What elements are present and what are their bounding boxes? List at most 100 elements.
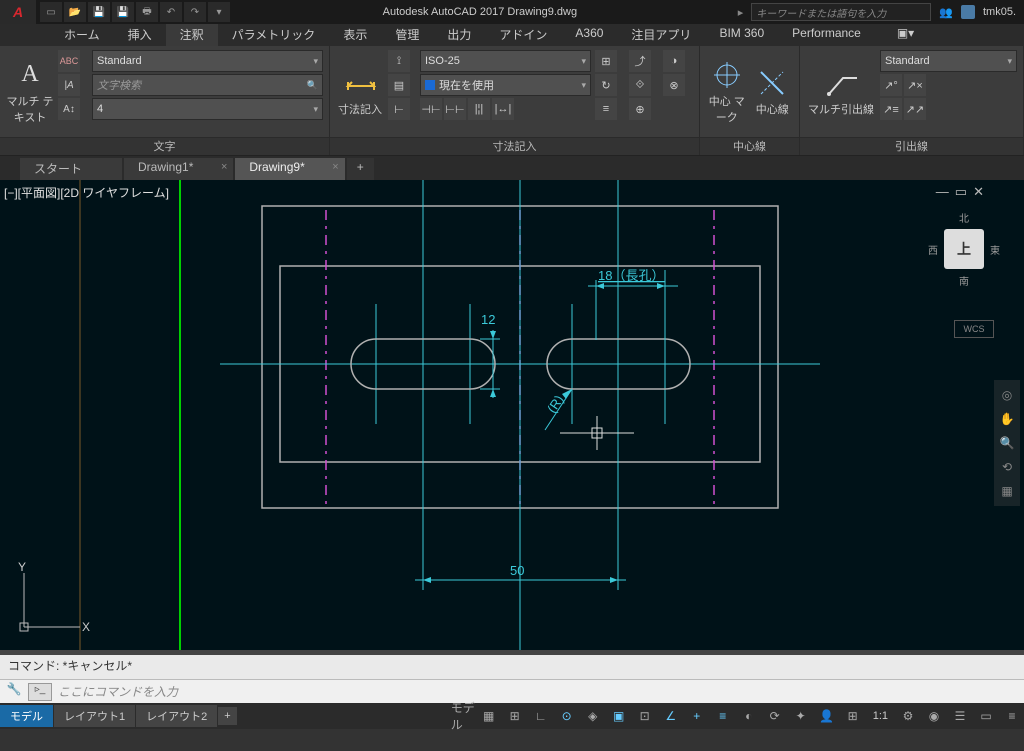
dim-override-icon[interactable]: ⊕	[629, 98, 651, 120]
otrack-icon[interactable]: ∠	[659, 705, 683, 727]
text-abc-icon[interactable]: ABC	[58, 50, 80, 72]
undo-icon[interactable]: ↶	[160, 2, 182, 22]
drawing-viewport[interactable]: [−][平面図][2D ワイヤフレーム] — ▭ ✕ 北 西 上 東 南 WCS…	[0, 180, 1024, 650]
dim-chain-icon[interactable]: |¦|	[468, 98, 490, 120]
dim-break-icon[interactable]: |↔|	[492, 98, 514, 120]
text-scale-icon[interactable]: A↕	[58, 98, 80, 120]
panel-dimension-title[interactable]: 寸法記入	[330, 137, 699, 155]
mleader-add-icon[interactable]: ↗°	[880, 74, 902, 96]
layout-tab-2[interactable]: レイアウト2	[136, 705, 217, 727]
ribbon-tab-annotate[interactable]: 注釈	[166, 24, 218, 46]
panel-text-title[interactable]: 文字	[0, 137, 329, 155]
dim-insp-icon[interactable]: ⊗	[663, 74, 685, 96]
file-tab-start[interactable]: スタート	[20, 158, 122, 180]
clean-screen-icon[interactable]: ▭	[974, 705, 998, 727]
hardware-accel-icon[interactable]: ◉	[922, 705, 946, 727]
units-icon[interactable]: 👤	[815, 705, 839, 727]
isodraft-icon[interactable]: ◈	[581, 705, 605, 727]
dim-style-icon[interactable]: ⟟	[388, 50, 410, 72]
text-style-combo[interactable]: Standard▾	[92, 50, 323, 72]
polar-icon[interactable]: ⊙	[555, 705, 579, 727]
viewport-label[interactable]: [−][平面図][2D ワイヤフレーム]	[4, 184, 169, 201]
3dosnap-icon[interactable]: ⊡	[633, 705, 657, 727]
user-avatar-icon[interactable]	[961, 5, 975, 19]
isolate-icon[interactable]: ☰	[948, 705, 972, 727]
mleader-button[interactable]: マルチ引出線	[806, 50, 876, 133]
centerline-button[interactable]: 中心線	[752, 50, 794, 133]
panel-centerline-title[interactable]: 中心線	[700, 137, 799, 155]
viewcube[interactable]: 北 西 上 東 南	[924, 210, 1004, 300]
viewcube-top[interactable]: 上	[944, 229, 984, 269]
dim-layer-combo[interactable]: 現在を使用▾	[420, 74, 591, 96]
annotation-scale[interactable]: 1:1	[867, 710, 894, 722]
ribbon-tab-a360[interactable]: A360	[561, 24, 617, 46]
dim-linear-icon[interactable]: ⊢	[388, 98, 410, 120]
dim-tol-icon[interactable]: ◑	[663, 50, 685, 72]
text-height-combo[interactable]: 4▾	[92, 98, 323, 120]
mleader-remove-icon[interactable]: ↗×	[904, 74, 926, 96]
dim-quick-icon[interactable]: ⊞	[595, 50, 617, 72]
app-logo[interactable]: A	[0, 0, 36, 24]
dim-update-icon[interactable]: ↻	[595, 74, 617, 96]
mleader-collect-icon[interactable]: ↗↗	[904, 98, 926, 120]
dimension-button[interactable]: 寸法記入	[336, 50, 384, 133]
mleader-style-combo[interactable]: Standard▾	[880, 50, 1017, 72]
ribbon-settings-icon[interactable]: ▣▾	[883, 24, 911, 46]
ribbon-tab-insert[interactable]: 挿入	[114, 24, 166, 46]
file-tab-add[interactable]: +	[347, 158, 374, 180]
dyninput-icon[interactable]: +	[685, 705, 709, 727]
layout-tab-1[interactable]: レイアウト1	[54, 705, 135, 727]
viewcube-west[interactable]: 西	[928, 242, 938, 257]
file-tab-drawing1[interactable]: Drawing1*×	[124, 158, 233, 180]
selection-cycling-icon[interactable]: ⟳	[763, 705, 787, 727]
workspace-icon[interactable]: ⚙	[896, 705, 920, 727]
ribbon-tab-featured[interactable]: 注目アプリ	[617, 24, 705, 46]
ucs-icon[interactable]: X Y	[10, 561, 90, 644]
close-icon[interactable]: ×	[332, 161, 338, 173]
plot-icon[interactable]: 🖶	[136, 2, 158, 22]
help-search-input[interactable]: キーワードまたは語句を入力	[751, 3, 931, 21]
open-icon[interactable]: 📂	[64, 2, 86, 22]
snap-icon[interactable]: ⊞	[503, 705, 527, 727]
dim-baseline-icon[interactable]: ⊢⊢	[444, 98, 466, 120]
command-history[interactable]: × コマンド: *キャンセル*	[0, 655, 1024, 679]
layout-tab-add[interactable]: +	[218, 707, 236, 725]
dim-space-icon[interactable]: ≡	[595, 98, 617, 120]
redo-icon[interactable]: ↷	[184, 2, 206, 22]
customize-status-icon[interactable]: ≡	[1000, 705, 1024, 727]
annotation-monitor-icon[interactable]: ✦	[789, 705, 813, 727]
viewcube-east[interactable]: 東	[990, 242, 1000, 257]
ribbon-tab-manage[interactable]: 管理	[381, 24, 433, 46]
qat-more-icon[interactable]: ▾	[208, 2, 230, 22]
saveas-icon[interactable]: 💾	[112, 2, 134, 22]
dim-style-combo[interactable]: ISO-25▾	[420, 50, 591, 72]
user-name[interactable]: tmk05.	[983, 6, 1016, 18]
viewcube-north[interactable]: 北	[959, 210, 969, 225]
dim-jog-icon[interactable]: ⤴	[629, 50, 651, 72]
dim-assoc-icon[interactable]: ⟐	[629, 74, 651, 96]
close-icon[interactable]: ×	[221, 161, 227, 173]
ortho-icon[interactable]: ∟	[529, 705, 553, 727]
ribbon-tab-performance[interactable]: Performance	[778, 24, 875, 46]
infocenter-icon[interactable]: 👥	[939, 6, 953, 19]
new-icon[interactable]: ▭	[40, 2, 62, 22]
ribbon-tab-view[interactable]: 表示	[329, 24, 381, 46]
ribbon-tab-home[interactable]: ホーム	[50, 24, 114, 46]
file-tab-drawing9[interactable]: Drawing9*×	[235, 158, 344, 180]
minimize-icon[interactable]: —	[936, 184, 949, 200]
ribbon-tab-parametric[interactable]: パラメトリック	[218, 24, 330, 46]
layout-tab-model[interactable]: モデル	[0, 705, 53, 727]
transparency-icon[interactable]: ◐	[737, 705, 761, 727]
text-ia-icon[interactable]: |A	[58, 74, 80, 96]
command-input[interactable]: ここにコマンドを入力	[52, 683, 1024, 700]
cmd-customize-icon[interactable]: 🔧	[4, 682, 24, 702]
grid-icon[interactable]: ▦	[477, 705, 501, 727]
multitext-button[interactable]: A マルチ テキスト	[6, 50, 54, 133]
osnap-icon[interactable]: ▣	[607, 705, 631, 727]
text-find-combo[interactable]: 文字検索🔍	[92, 74, 323, 96]
ribbon-tab-output[interactable]: 出力	[433, 24, 485, 46]
quickprops-icon[interactable]: ⊞	[841, 705, 865, 727]
dim-continue-icon[interactable]: ⊣⊢	[420, 98, 442, 120]
ribbon-tab-addin[interactable]: アドイン	[485, 24, 561, 46]
ribbon-tab-bim360[interactable]: BIM 360	[705, 24, 778, 46]
